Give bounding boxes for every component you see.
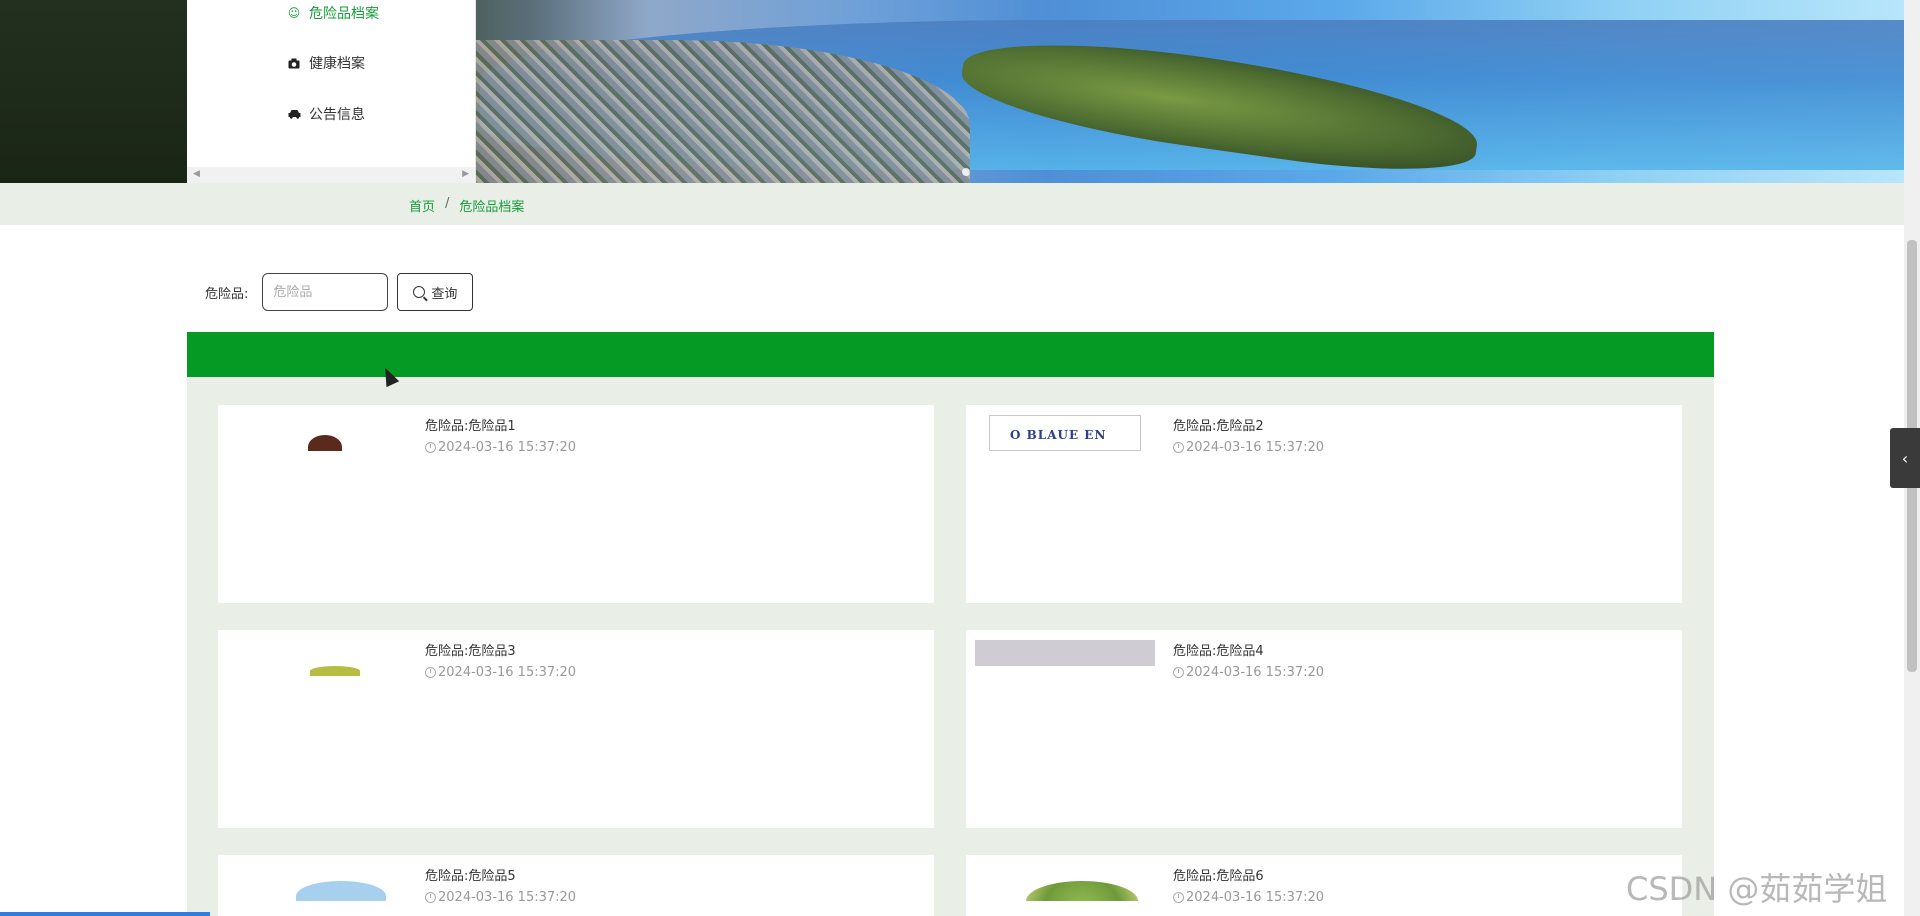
clock-icon bbox=[1173, 667, 1184, 678]
badge-text: O BLAUE EN bbox=[1010, 428, 1107, 442]
menu-item-label: 健康档案 bbox=[309, 56, 365, 72]
list-item[interactable]: 危险品:危险品3 2024-03-16 15:37:20 bbox=[218, 630, 934, 828]
item-time-text: 2024-03-16 15:37:20 bbox=[438, 440, 577, 455]
item-time: 2024-03-16 15:37:20 bbox=[1173, 665, 1324, 680]
list-item[interactable]: O BLAUE EN 危险品:危险品2 2024-03-16 15:37:20 bbox=[966, 405, 1682, 603]
item-thumbnail[interactable] bbox=[986, 865, 1166, 901]
thumbnail-image bbox=[975, 640, 1155, 666]
breadcrumb-separator: / bbox=[445, 196, 450, 211]
dropdown-menu: ☺ 危险品档案 健康档案 公告信息 ◀ ▶ bbox=[187, 0, 476, 183]
menu-horizontal-scrollbar[interactable]: ◀ ▶ bbox=[187, 167, 475, 183]
scroll-left-icon[interactable]: ◀ bbox=[193, 169, 200, 179]
item-time-text: 2024-03-16 15:37:20 bbox=[1186, 440, 1325, 455]
item-title[interactable]: 危险品:危险品4 bbox=[1173, 640, 1264, 659]
item-time: 2024-03-16 15:37:20 bbox=[425, 440, 576, 455]
item-title[interactable]: 危险品:危险品1 bbox=[425, 415, 516, 434]
item-time-text: 2024-03-16 15:37:20 bbox=[438, 665, 577, 680]
hazard-list: 危险品:危险品1 2024-03-16 15:37:20 O BLAUE EN … bbox=[187, 377, 1714, 916]
search-form: 危险品: 查询 bbox=[205, 273, 474, 311]
item-title[interactable]: 危险品:危险品6 bbox=[1173, 865, 1264, 884]
breadcrumb-current[interactable]: 危险品档案 bbox=[459, 196, 524, 215]
clock-icon bbox=[1173, 442, 1184, 453]
list-header-bar bbox=[187, 332, 1714, 377]
camera-icon bbox=[287, 56, 301, 70]
item-title[interactable]: 危险品:危险品3 bbox=[425, 640, 516, 659]
thumbnail-image bbox=[310, 666, 360, 676]
menu-item-hazard-archive[interactable]: ☺ 危险品档案 bbox=[287, 3, 379, 23]
chevron-left-icon: ‹ bbox=[1901, 448, 1909, 468]
thumbnail-image: O BLAUE EN bbox=[989, 415, 1141, 451]
watermark: CSDN @茹茹学姐 bbox=[1626, 870, 1888, 908]
item-time: 2024-03-16 15:37:20 bbox=[425, 890, 576, 905]
clock-icon bbox=[425, 892, 436, 903]
item-thumbnail[interactable] bbox=[238, 415, 418, 451]
search-label: 危险品: bbox=[205, 286, 249, 302]
item-time-text: 2024-03-16 15:37:20 bbox=[438, 890, 577, 905]
clock-icon bbox=[425, 442, 436, 453]
search-button[interactable]: 查询 bbox=[397, 273, 474, 311]
item-time: 2024-03-16 15:37:20 bbox=[1173, 890, 1324, 905]
menu-item-notice[interactable]: 公告信息 bbox=[287, 104, 365, 124]
list-item[interactable]: 危险品:危险品4 2024-03-16 15:37:20 bbox=[966, 630, 1682, 828]
item-thumbnail[interactable] bbox=[238, 640, 418, 676]
menu-item-label: 公告信息 bbox=[309, 107, 365, 123]
item-thumbnail[interactable] bbox=[238, 865, 418, 901]
item-thumbnail[interactable] bbox=[975, 640, 1155, 676]
clock-icon bbox=[425, 667, 436, 678]
list-item[interactable]: 危险品:危险品5 2024-03-16 15:37:20 bbox=[218, 855, 934, 916]
item-time: 2024-03-16 15:37:20 bbox=[1173, 440, 1324, 455]
search-input[interactable] bbox=[262, 273, 389, 311]
search-button-label: 查询 bbox=[431, 286, 458, 302]
banner-forest bbox=[0, 0, 190, 183]
breadcrumb: 首页 / 危险品档案 bbox=[409, 196, 524, 215]
thumbnail-image bbox=[296, 881, 386, 901]
menu-item-label: 危险品档案 bbox=[309, 6, 379, 22]
thumbnail-image bbox=[308, 435, 342, 451]
list-item[interactable]: 危险品:危险品1 2024-03-16 15:37:20 bbox=[218, 405, 934, 603]
scroll-right-icon[interactable]: ▶ bbox=[462, 169, 469, 179]
item-title[interactable]: 危险品:危险品5 bbox=[425, 865, 516, 884]
item-time-text: 2024-03-16 15:37:20 bbox=[1186, 890, 1325, 905]
search-icon bbox=[413, 286, 426, 298]
item-thumbnail[interactable]: O BLAUE EN bbox=[989, 415, 1169, 451]
list-item[interactable]: 危险品:危险品6 2024-03-16 15:37:20 bbox=[966, 855, 1682, 916]
clock-icon bbox=[1173, 892, 1184, 903]
item-title[interactable]: 危险品:危险品2 bbox=[1173, 415, 1264, 434]
breadcrumb-bar: 首页 / 危险品档案 bbox=[0, 183, 1904, 225]
breadcrumb-home[interactable]: 首页 bbox=[409, 196, 435, 215]
thumbnail-image bbox=[1026, 881, 1138, 901]
loading-progress-bar bbox=[0, 912, 210, 916]
menu-item-health-archive[interactable]: 健康档案 bbox=[287, 53, 365, 73]
side-panel-toggle[interactable]: ‹ bbox=[1890, 428, 1920, 488]
carousel-dot[interactable] bbox=[962, 168, 970, 176]
item-time: 2024-03-16 15:37:20 bbox=[425, 665, 576, 680]
car-icon bbox=[287, 107, 301, 121]
smile-icon: ☺ bbox=[287, 6, 301, 20]
item-time-text: 2024-03-16 15:37:20 bbox=[1186, 665, 1325, 680]
